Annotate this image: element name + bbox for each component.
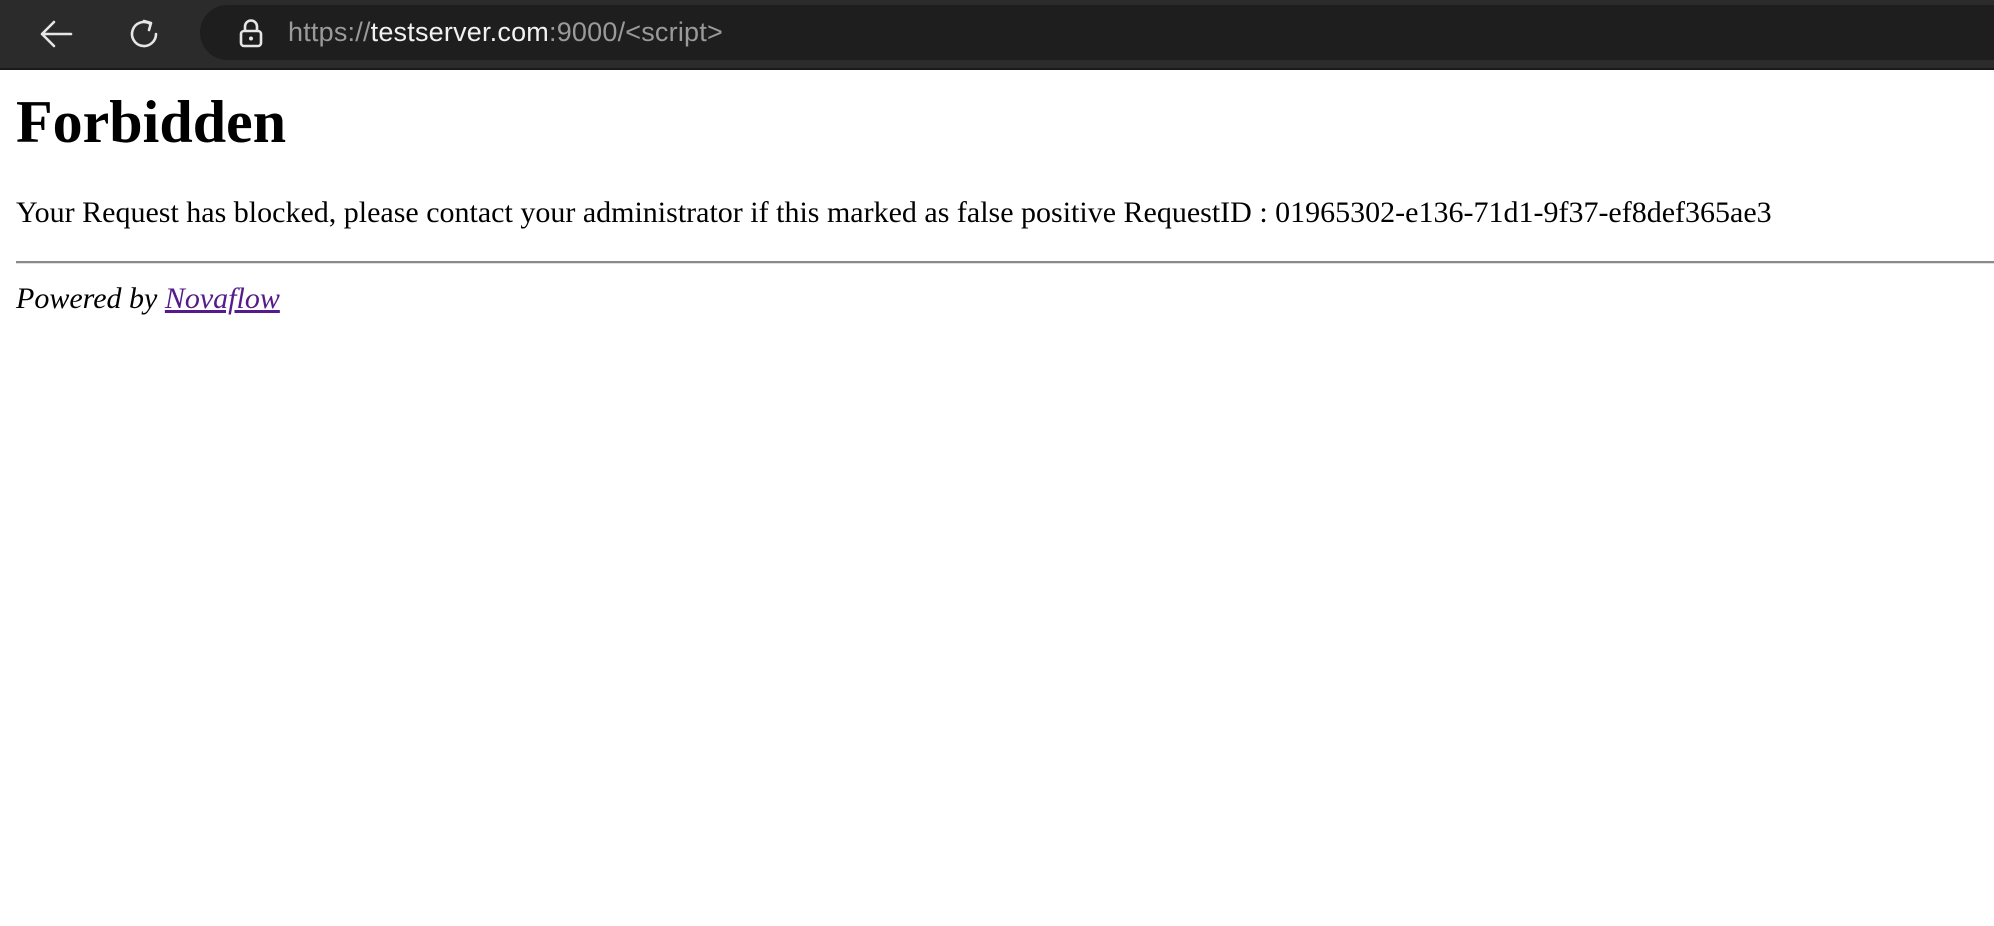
novaflow-link[interactable]: Novaflow (165, 282, 280, 315)
url-scheme: https:// (288, 17, 371, 47)
lock-icon[interactable] (236, 18, 266, 48)
back-button[interactable] (28, 6, 84, 62)
url-path: :9000/<script> (549, 17, 723, 47)
page-title: Forbidden (16, 89, 287, 155)
reload-icon (130, 19, 158, 48)
error-message: Your Request has blocked, please contact… (16, 196, 1772, 229)
url-text[interactable]: https://testserver.com:9000/<script> (288, 17, 723, 48)
powered-by-label: Powered by (16, 282, 165, 315)
page-content: Forbidden Your Request has blocked, plea… (16, 70, 1994, 316)
powered-by: Powered by Novaflow (16, 282, 1994, 316)
arrow-left-icon (40, 20, 73, 48)
url-host: testserver.com (370, 17, 549, 47)
divider (16, 261, 1994, 264)
reload-button[interactable] (116, 6, 172, 62)
browser-toolbar: https://testserver.com:9000/<script> (0, 0, 1994, 70)
address-bar[interactable]: https://testserver.com:9000/<script> (200, 5, 1994, 60)
